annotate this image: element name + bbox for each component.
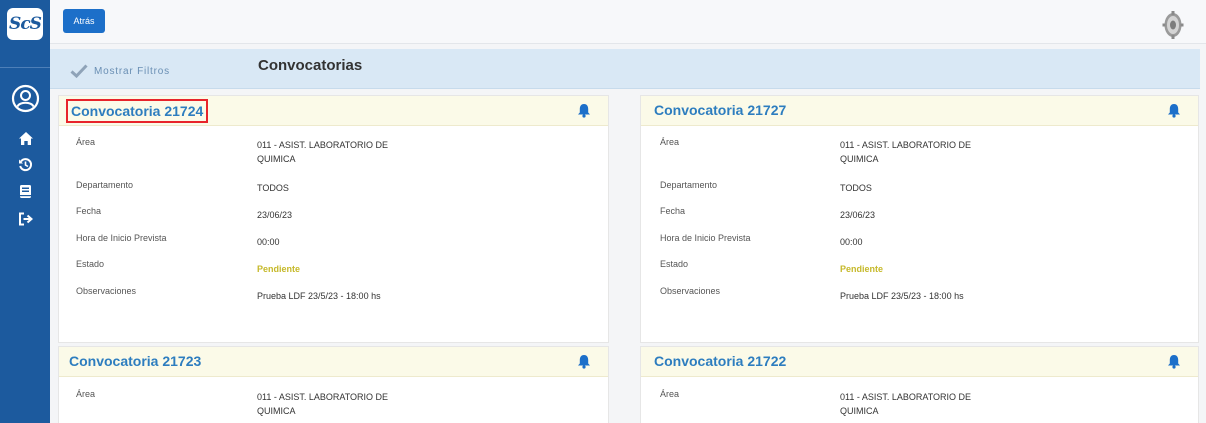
area-line-2: QUIMICA	[840, 154, 879, 164]
area-line-1: 011 - ASIST. LABORATORIO DE	[840, 140, 972, 150]
book-icon[interactable]	[17, 183, 34, 200]
area-line-1: 011 - ASIST. LABORATORIO DE	[257, 392, 389, 402]
settings-gear-icon[interactable]	[1162, 11, 1184, 39]
bell-icon[interactable]	[577, 354, 591, 369]
sidebar: ScS	[0, 0, 50, 423]
observaciones-label: Observaciones	[76, 286, 137, 296]
departamento-label: Departamento	[660, 180, 718, 190]
departamento-label: Departamento	[76, 180, 134, 190]
fecha-label: Fecha	[76, 206, 102, 216]
sidebar-divider	[0, 67, 50, 68]
logout-icon[interactable]	[17, 210, 34, 227]
estado-label: Estado	[76, 259, 105, 269]
convocatoria-card[interactable]: Convocatoria 21723 Área 011 - ASIST. LAB…	[58, 346, 609, 423]
fecha-label: Fecha	[660, 206, 686, 216]
estado-label: Estado	[660, 259, 689, 269]
card-header: Convocatoria 21727	[641, 96, 1198, 126]
card-header: Convocatoria 21722	[641, 347, 1198, 377]
area-line-2: QUIMICA	[840, 406, 879, 416]
card-title[interactable]: Convocatoria 21724	[66, 99, 209, 123]
convocatoria-card[interactable]: Convocatoria 21724 Área 011 - ASIST. LAB…	[58, 95, 609, 343]
hora-value: 00:00	[257, 237, 280, 247]
estado-value: Pendiente	[257, 264, 301, 274]
convocatoria-card[interactable]: Convocatoria 21727 Área 011 - ASIST. LAB…	[640, 95, 1199, 343]
card-title[interactable]: Convocatoria 21722	[654, 353, 786, 369]
home-icon[interactable]	[17, 130, 34, 147]
area-line-1: 011 - ASIST. LABORATORIO DE	[840, 392, 972, 402]
hora-label: Hora de Inicio Prevista	[76, 233, 167, 243]
filter-bar: Mostrar Filtros Convocatorias	[50, 49, 1200, 89]
history-icon[interactable]	[17, 156, 34, 173]
area-label: Área	[76, 137, 96, 147]
convocatoria-card[interactable]: Convocatoria 21722 Área 011 - ASIST. LAB…	[640, 346, 1199, 423]
show-filters-toggle[interactable]: Mostrar Filtros	[70, 64, 170, 78]
fecha-value: 23/06/23	[840, 210, 876, 220]
app: ScS Atrás Mostrar Filtros Convocatorias …	[0, 0, 1206, 423]
card-title[interactable]: Convocatoria 21723	[69, 353, 201, 369]
area-value: 011 - ASIST. LABORATORIO DE QUIMICA	[257, 390, 427, 418]
departamento-value: TODOS	[257, 183, 289, 193]
bell-icon[interactable]	[1167, 354, 1181, 369]
card-header: Convocatoria 21723	[59, 347, 608, 377]
observaciones-value: Prueba LDF 23/5/23 - 18:00 hs	[840, 291, 964, 301]
area-line-2: QUIMICA	[257, 154, 296, 164]
estado-value: Pendiente	[840, 264, 884, 274]
bell-icon[interactable]	[1167, 103, 1181, 118]
show-filters-label: Mostrar Filtros	[94, 65, 170, 77]
app-logo[interactable]: ScS	[7, 8, 43, 40]
checkmark-icon	[70, 64, 88, 78]
top-bar: Atrás	[50, 0, 1206, 44]
card-title[interactable]: Convocatoria 21727	[654, 102, 786, 118]
card-header: Convocatoria 21724	[59, 96, 608, 126]
area-line-1: 011 - ASIST. LABORATORIO DE	[257, 140, 389, 150]
observaciones-value: Prueba LDF 23/5/23 - 18:00 hs	[257, 291, 381, 301]
area-value: 011 - ASIST. LABORATORIO DE QUIMICA	[840, 390, 1010, 418]
area-label: Área	[76, 389, 96, 399]
area-value: 011 - ASIST. LABORATORIO DE QUIMICA	[840, 138, 1010, 166]
fecha-value: 23/06/23	[257, 210, 293, 220]
area-label: Área	[660, 137, 680, 147]
back-button[interactable]: Atrás	[63, 9, 105, 33]
page-title: Convocatorias	[258, 57, 363, 74]
observaciones-label: Observaciones	[660, 286, 721, 296]
hora-label: Hora de Inicio Prevista	[660, 233, 751, 243]
area-value: 011 - ASIST. LABORATORIO DE QUIMICA	[257, 138, 427, 166]
area-label: Área	[660, 389, 680, 399]
bell-icon[interactable]	[577, 103, 591, 118]
area-line-2: QUIMICA	[257, 406, 296, 416]
departamento-value: TODOS	[840, 183, 872, 193]
hora-value: 00:00	[840, 237, 863, 247]
logo-text: ScS	[9, 14, 42, 34]
user-profile-icon[interactable]	[11, 84, 40, 113]
